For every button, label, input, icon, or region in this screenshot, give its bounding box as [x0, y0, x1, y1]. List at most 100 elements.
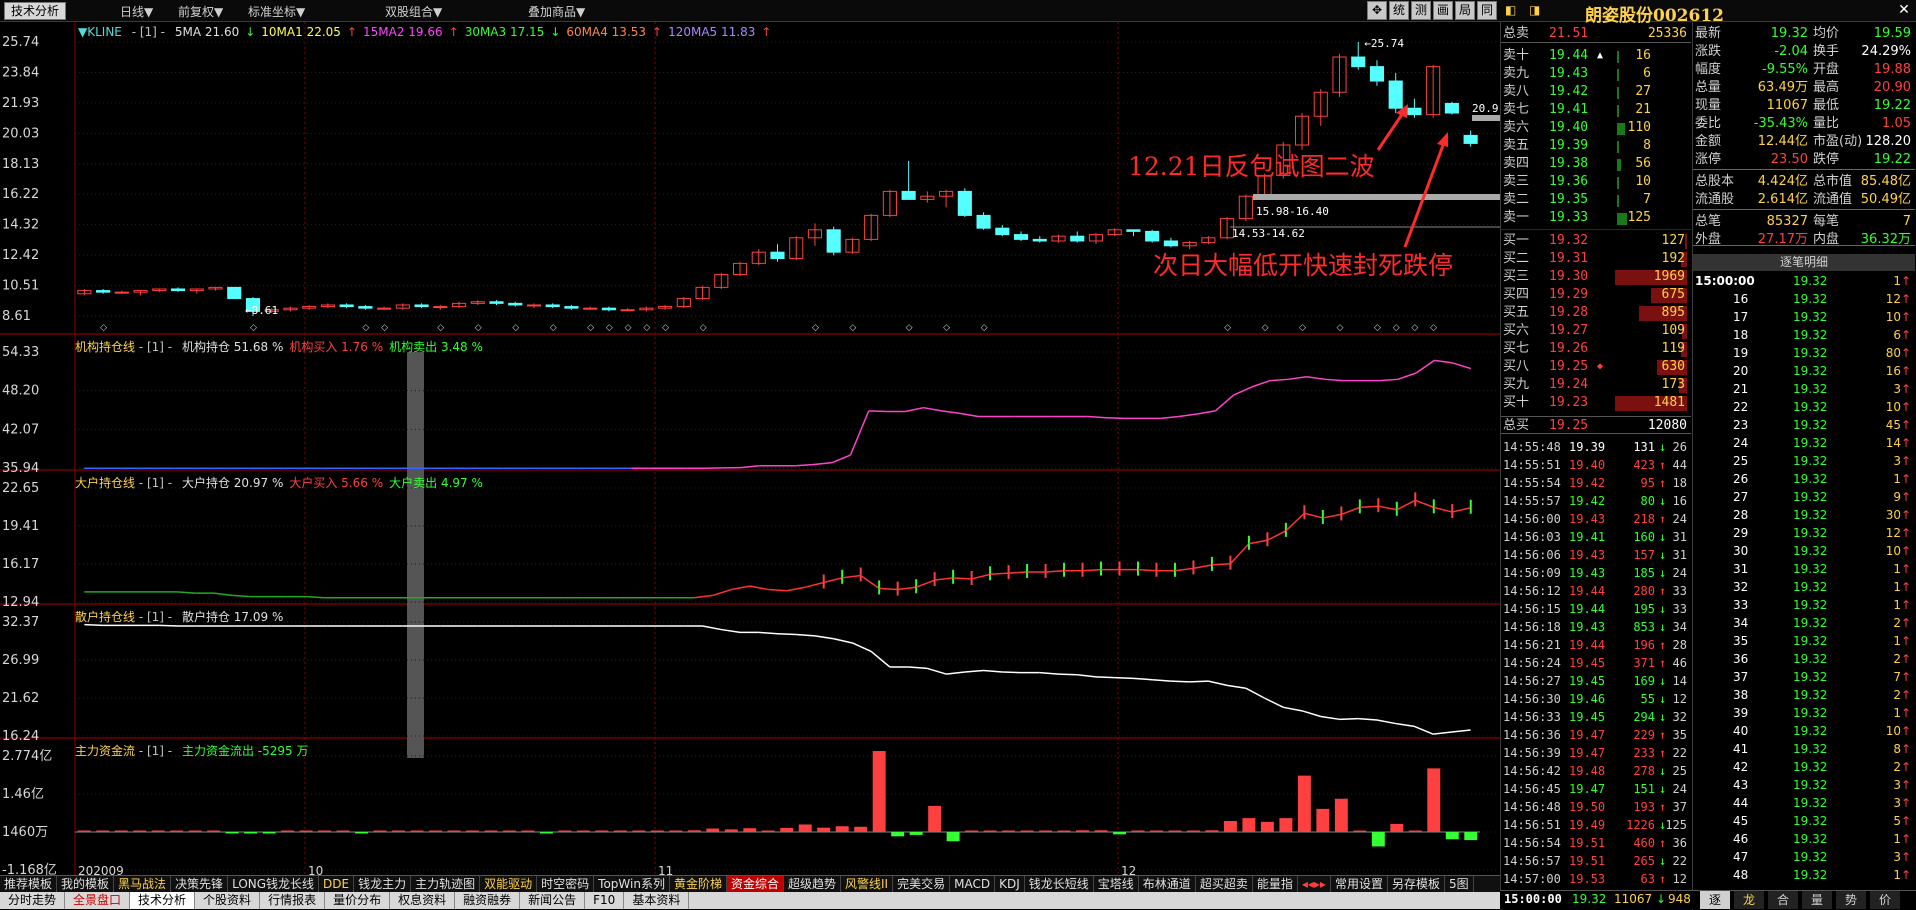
- template-tab[interactable]: 超买超卖: [1196, 876, 1253, 892]
- bid-row[interactable]: 买六19.27109: [1501, 322, 1691, 340]
- scroll-arrows[interactable]: ◂◂▸▸: [1298, 876, 1331, 892]
- view-tab[interactable]: F10: [585, 892, 624, 909]
- view-tab[interactable]: 融资融券: [455, 892, 520, 909]
- template-tab[interactable]: 资金综合: [727, 876, 784, 892]
- template-tab[interactable]: 黄金阶梯: [670, 876, 727, 892]
- ask-row[interactable]: 卖二19.357: [1501, 191, 1691, 209]
- tool-button-4[interactable]: 局: [1455, 1, 1475, 20]
- status-tab[interactable]: 价: [1870, 891, 1900, 909]
- tool-button-3[interactable]: 画: [1433, 1, 1453, 20]
- overlay-menu[interactable]: 叠加商品▼: [528, 3, 585, 20]
- adjust-menu[interactable]: 前复权▼: [178, 3, 223, 20]
- ask-row[interactable]: 卖六19.40110: [1501, 119, 1691, 137]
- view-tab[interactable]: 个股资料: [195, 892, 260, 909]
- template-tab[interactable]: 超级趋势: [784, 876, 841, 892]
- bid-row[interactable]: 买五19.28895: [1501, 304, 1691, 322]
- tool-button-1[interactable]: 统: [1389, 1, 1409, 20]
- tick-direction: ↓: [1659, 852, 1666, 870]
- view-tab[interactable]: 权息资料: [390, 892, 455, 909]
- template-tab[interactable]: 主力轨迹图: [411, 876, 480, 892]
- sanhu-name[interactable]: 散户持仓线: [75, 610, 135, 624]
- bid-row[interactable]: 买三19.301969: [1501, 268, 1691, 286]
- template-tab[interactable]: TopWin系列: [594, 876, 670, 892]
- view-tab[interactable]: 基本资料: [624, 892, 689, 909]
- template-tab[interactable]: 布林通道: [1139, 876, 1196, 892]
- template-tab[interactable]: 时空密码: [537, 876, 594, 892]
- template-tab[interactable]: 黑马战法: [114, 876, 171, 892]
- kline-legend: ▼KLINE - [1] - 5MA 21.60↓10MA1 22.05↑15M…: [78, 25, 771, 39]
- ask-volume-bar: [1617, 69, 1619, 81]
- tool-button-2[interactable]: 测: [1411, 1, 1431, 20]
- template-tab[interactable]: 钱龙长短线: [1025, 876, 1094, 892]
- detail-time: 48: [1733, 866, 1748, 884]
- status-tab[interactable]: 势: [1836, 891, 1866, 909]
- template-tab[interactable]: 宝塔线: [1094, 876, 1139, 892]
- quote-row: 现量11067最低19.22: [1693, 97, 1915, 115]
- dahu-name[interactable]: 大户持仓线: [75, 476, 135, 490]
- ask-row[interactable]: 卖五19.398: [1501, 137, 1691, 155]
- jigou-line-segment: [1197, 411, 1215, 414]
- template-tab[interactable]: DDE: [319, 876, 354, 892]
- template-tab[interactable]: LONG钱龙长线: [228, 876, 319, 892]
- bid-row[interactable]: 买七19.26119: [1501, 340, 1691, 358]
- bid-row[interactable]: 买四19.29675: [1501, 286, 1691, 304]
- template-tab[interactable]: 能量指: [1253, 876, 1298, 892]
- sanhu-line-segment: [871, 651, 890, 667]
- status-tab[interactable]: 合: [1768, 891, 1798, 909]
- quote-label: 总量: [1695, 79, 1721, 97]
- candle-body: [1352, 57, 1365, 67]
- dahu-line-segment: [916, 580, 934, 587]
- period-menu[interactable]: 日线▼: [120, 3, 153, 20]
- tab-technical-analysis[interactable]: 技术分析: [4, 2, 66, 20]
- tick-time: 14:55:54: [1503, 474, 1561, 492]
- view-tab[interactable]: 全景盘口: [65, 892, 130, 909]
- bid-row[interactable]: 买一19.32127: [1501, 232, 1691, 250]
- bid-row[interactable]: 买八19.25◆630: [1501, 358, 1691, 376]
- view-tab[interactable]: 技术分析: [130, 892, 195, 909]
- status-tab[interactable]: 龙: [1734, 891, 1764, 909]
- ask-row[interactable]: 卖七19.4121: [1501, 101, 1691, 119]
- template-option[interactable]: 5图: [1445, 876, 1474, 892]
- template-tab[interactable]: MACD: [950, 876, 995, 892]
- ask-row[interactable]: 卖一19.33125: [1501, 209, 1691, 227]
- template-option[interactable]: 常用设置: [1331, 876, 1388, 892]
- ask-row[interactable]: 卖九19.436: [1501, 65, 1691, 83]
- dahu-line-segment: [898, 587, 916, 589]
- template-option[interactable]: 另存模板: [1388, 876, 1445, 892]
- move-icon[interactable]: ✥: [1367, 1, 1387, 20]
- money-flow-bar: [1464, 832, 1477, 840]
- template-tab[interactable]: 完美交易: [893, 876, 950, 892]
- view-tab[interactable]: 分时走势: [0, 892, 65, 909]
- template-tab[interactable]: KDJ: [995, 876, 1025, 892]
- bid-row[interactable]: 买十19.231481: [1501, 394, 1691, 412]
- template-tab[interactable]: 双能驱动: [480, 876, 537, 892]
- close-icon[interactable]: ✕: [1895, 2, 1913, 20]
- kline-label[interactable]: ▼KLINE: [78, 25, 122, 39]
- tool-button-5[interactable]: 同: [1477, 1, 1497, 20]
- ask-row[interactable]: 卖三19.3610: [1501, 173, 1691, 191]
- ask-row[interactable]: 卖四19.3856: [1501, 155, 1691, 173]
- dual-stock-menu[interactable]: 双股组合▼: [385, 3, 442, 20]
- bid-row[interactable]: 买二19.31192: [1501, 250, 1691, 268]
- ask-row[interactable]: 卖八19.4227: [1501, 83, 1691, 101]
- view-tab[interactable]: 新闻公告: [520, 892, 585, 909]
- template-tab[interactable]: 风警线II: [841, 876, 893, 892]
- scale-menu[interactable]: 标准坐标▼: [248, 3, 305, 20]
- prev-icon[interactable]: ◧: [1505, 3, 1516, 17]
- bid-row[interactable]: 买九19.24173: [1501, 376, 1691, 394]
- sanhu-line-segment: [1246, 688, 1265, 698]
- template-tab[interactable]: 钱龙主力: [354, 876, 411, 892]
- money-flow-bar: [799, 824, 812, 832]
- status-tab[interactable]: 逐: [1700, 891, 1730, 909]
- view-tab[interactable]: 量价分布: [325, 892, 390, 909]
- ask-row[interactable]: 卖十19.44▲16: [1501, 47, 1691, 65]
- status-tab[interactable]: 量: [1802, 891, 1832, 909]
- next-icon[interactable]: ◨: [1529, 3, 1540, 17]
- template-tab[interactable]: 推荐模板: [0, 876, 57, 892]
- template-tab[interactable]: 决策先锋: [171, 876, 228, 892]
- jigou-name[interactable]: 机构持仓线: [75, 340, 135, 354]
- dahu-line-segment: [1267, 531, 1285, 540]
- zhuli-name[interactable]: 主力资金流: [75, 744, 135, 758]
- view-tab[interactable]: 行情报表: [260, 892, 325, 909]
- template-tab[interactable]: 我的模板: [57, 876, 114, 892]
